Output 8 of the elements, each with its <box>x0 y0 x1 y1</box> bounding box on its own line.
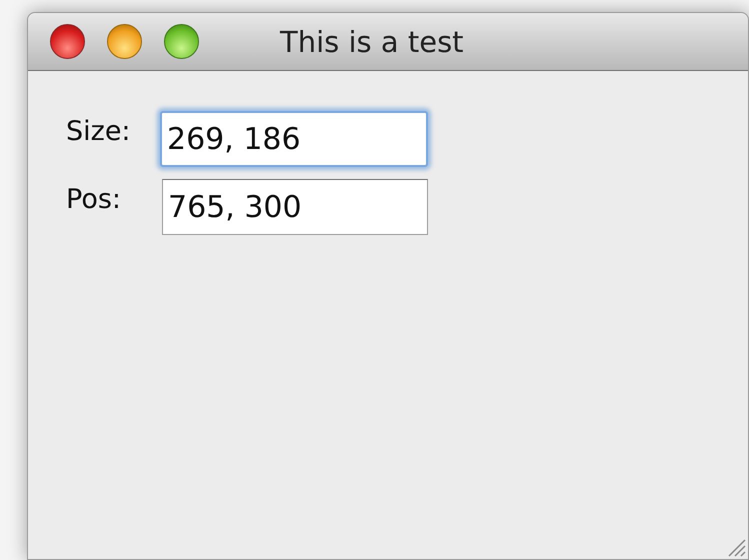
close-button[interactable] <box>50 24 85 59</box>
text-field[interactable]: 269, 186 <box>160 111 428 167</box>
window-title: This is a test <box>280 25 464 59</box>
text-field[interactable]: 765, 300 <box>162 179 428 235</box>
field-label: Size: <box>66 115 132 149</box>
zoom-button[interactable] <box>164 24 199 59</box>
minimize-button[interactable] <box>107 24 142 59</box>
field-label: Pos: <box>66 183 122 217</box>
